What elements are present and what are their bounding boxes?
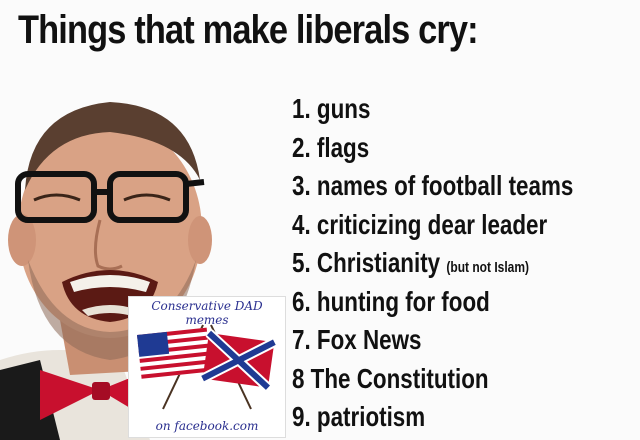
meme-title: Things that make liberals cry: <box>18 8 479 52</box>
meme-canvas: Things that make liberals cry: 1. guns 2… <box>0 0 640 440</box>
list-item-note: (but not Islam) <box>446 259 530 276</box>
list-item: 8 The Constitution <box>292 362 489 394</box>
list-item: 3. names of football teams <box>292 170 574 201</box>
watermark-badge: Conservative DAD memes on facebook.com <box>128 296 286 438</box>
reasons-list: 1. guns 2. flags 3. names of football te… <box>292 90 632 437</box>
list-item: 5. Christianity (but not Islam) <box>292 247 530 278</box>
list-item: 7. Fox News <box>292 324 422 355</box>
list-item: 1. guns <box>292 93 371 124</box>
badge-bottom-text: on facebook.com <box>155 419 259 433</box>
list-item: 6. hunting for food <box>292 285 490 317</box>
crossed-flags-icon <box>137 324 277 410</box>
list-item: 9. patriotism <box>292 401 426 432</box>
list-item: 2. flags <box>292 131 370 163</box>
list-item: 4. criticizing dear leader <box>292 208 548 240</box>
